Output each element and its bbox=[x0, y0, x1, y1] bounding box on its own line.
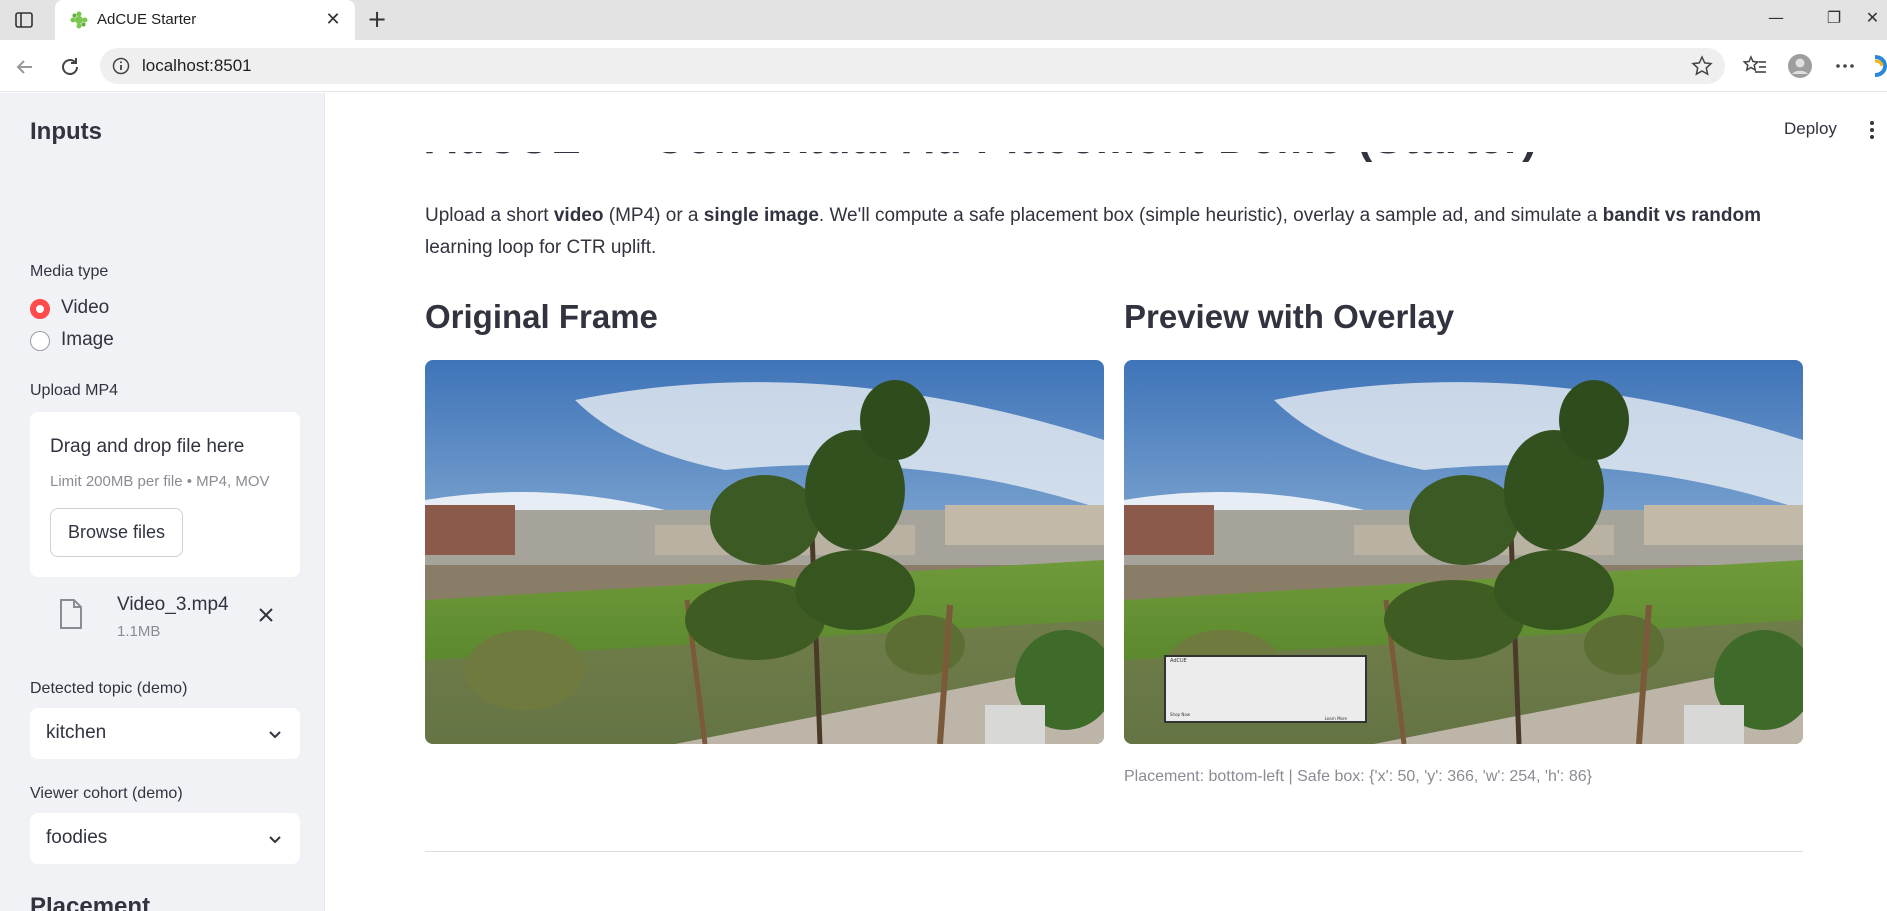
original-frame-heading: Original Frame bbox=[425, 298, 658, 335]
chevron-down-icon bbox=[269, 731, 281, 739]
window-close-icon[interactable]: ✕ bbox=[1858, 8, 1887, 32]
radio-image-label: Image bbox=[61, 329, 114, 350]
topic-select[interactable]: kitchen bbox=[30, 708, 300, 759]
new-tab-icon[interactable]: + bbox=[365, 7, 389, 32]
tab-actions-icon[interactable] bbox=[14, 10, 34, 30]
sidebar-heading: Inputs bbox=[30, 118, 102, 145]
topic-label: Detected topic (demo) bbox=[30, 680, 188, 697]
more-options-icon[interactable] bbox=[1832, 53, 1858, 79]
overlay-ad-box: AdCUE Shop Now Learn More bbox=[1164, 655, 1367, 723]
intro-paragraph: Upload a short video (MP4) or a single i… bbox=[425, 205, 1761, 258]
tab-title: AdCUE Starter bbox=[97, 11, 197, 28]
media-type-label: Media type bbox=[30, 263, 109, 280]
favorite-star-icon[interactable] bbox=[1691, 55, 1713, 77]
dropzone-limit: Limit 200MB per file • MP4, MOV bbox=[50, 473, 270, 490]
file-dropzone[interactable]: Drag and drop file here Limit 200MB per … bbox=[30, 412, 300, 577]
dropzone-title: Drag and drop file here bbox=[50, 436, 245, 457]
uploaded-file-row: Video_3.mp4 1.1MB bbox=[30, 590, 300, 648]
overlay-ad-title: AdCUE bbox=[1170, 658, 1187, 664]
radio-selected-icon bbox=[30, 299, 50, 319]
cohort-select[interactable]: foodies bbox=[30, 813, 300, 864]
chevron-down-icon bbox=[269, 836, 281, 844]
restore-icon[interactable]: ❐ bbox=[1814, 8, 1854, 32]
radio-image[interactable]: Image bbox=[30, 327, 150, 355]
radio-video-label: Video bbox=[61, 297, 110, 318]
minimize-icon[interactable]: — bbox=[1756, 8, 1796, 32]
browser-toolbar: localhost:8501 bbox=[0, 40, 1887, 92]
address-bar[interactable]: localhost:8501 bbox=[100, 48, 1725, 84]
app-menu-icon[interactable] bbox=[1868, 120, 1876, 140]
placement-caption: Placement: bottom-left | Safe box: {'x':… bbox=[1124, 768, 1592, 785]
uploaded-file-size: 1.1MB bbox=[117, 623, 161, 640]
original-frame-image bbox=[425, 360, 1104, 744]
site-info-icon[interactable] bbox=[112, 57, 130, 75]
sidebar-next-heading: Placement bbox=[30, 897, 150, 911]
copilot-icon[interactable] bbox=[1871, 53, 1887, 79]
overlay-ad-footer-left: Shop Now bbox=[1170, 712, 1191, 717]
uploaded-file-name: Video_3.mp4 bbox=[117, 594, 229, 615]
overlay-ad-footer-right: Learn More bbox=[1324, 716, 1347, 721]
section-divider bbox=[425, 851, 1803, 852]
file-icon bbox=[60, 599, 82, 629]
back-icon[interactable] bbox=[12, 54, 38, 80]
browser-tab-bar: AdCUE Starter ✕ + — ❐ ✕ bbox=[0, 0, 1887, 40]
streamlit-favicon-icon bbox=[70, 11, 88, 29]
profile-avatar-icon[interactable] bbox=[1787, 53, 1813, 79]
favorites-icon[interactable] bbox=[1742, 53, 1768, 79]
preview-heading: Preview with Overlay bbox=[1124, 298, 1455, 335]
upload-label: Upload MP4 bbox=[30, 382, 119, 399]
remove-file-icon[interactable] bbox=[255, 604, 277, 626]
deploy-button[interactable]: Deploy bbox=[1784, 119, 1837, 139]
browser-tab[interactable]: AdCUE Starter ✕ bbox=[55, 0, 355, 40]
radio-video[interactable]: Video bbox=[30, 295, 150, 323]
browse-files-button[interactable]: Browse files bbox=[50, 508, 183, 557]
url-text: localhost:8501 bbox=[142, 56, 252, 75]
radio-unselected-icon bbox=[30, 331, 50, 351]
page-title: AdCUE — Contextual Ad Placement Demo (St… bbox=[425, 152, 1805, 176]
reload-icon[interactable] bbox=[57, 54, 83, 80]
topic-value: kitchen bbox=[46, 722, 107, 743]
cohort-value: foodies bbox=[46, 827, 108, 848]
tab-close-icon[interactable]: ✕ bbox=[323, 10, 343, 30]
cohort-label: Viewer cohort (demo) bbox=[30, 785, 183, 802]
